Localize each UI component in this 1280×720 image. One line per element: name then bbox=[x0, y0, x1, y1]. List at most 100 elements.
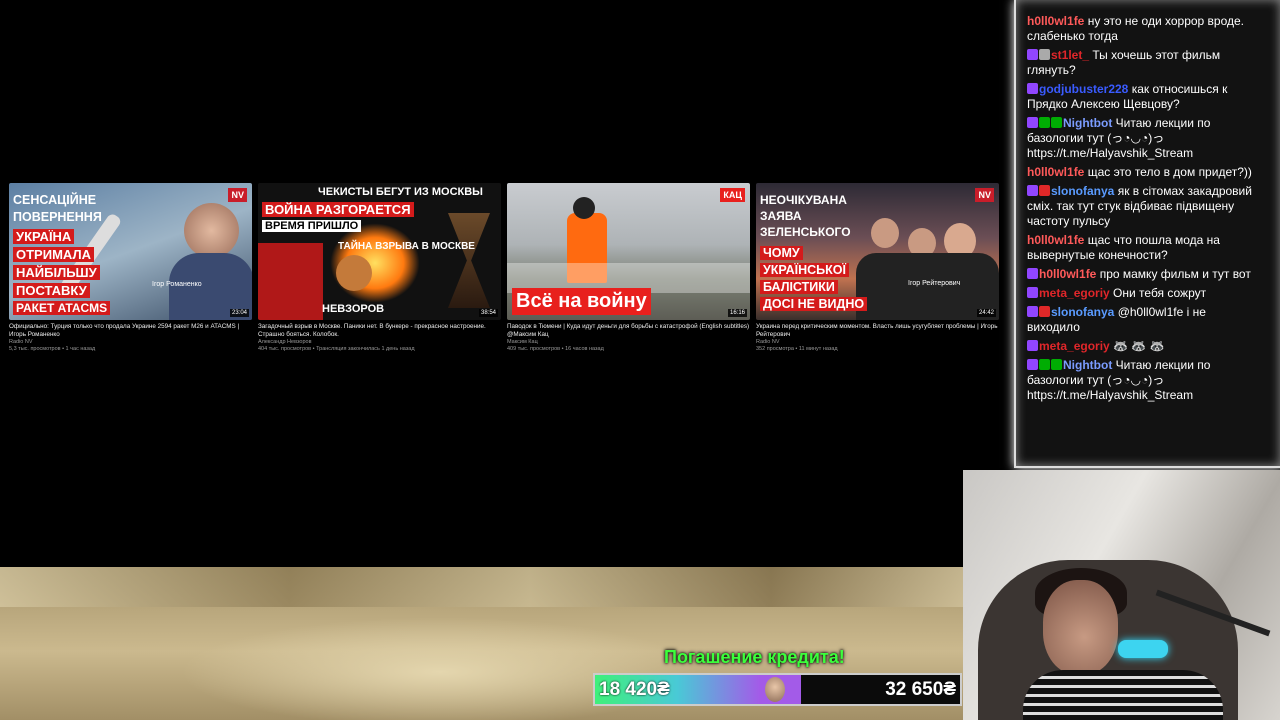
chat-badge-icon bbox=[1039, 306, 1050, 317]
chat-username[interactable]: slonofanya bbox=[1051, 184, 1114, 198]
video-meta: 5,3 тыс. просмотров • 1 час назад bbox=[9, 346, 96, 352]
thumb-caption: Ігор Романенко bbox=[152, 281, 202, 288]
video-duration: 23:04 bbox=[229, 309, 249, 317]
video-thumbnail[interactable]: НЕОЧІКУВАНА ЗАЯВА ЗЕЛЕНСЬКОГО ЧОМУ УКРАЇ… bbox=[756, 183, 999, 320]
chat-text: Они тебя сожрут bbox=[1113, 286, 1207, 300]
chat-message: slonofanya як в сітомах закадровий сміх.… bbox=[1027, 184, 1262, 229]
video-recommendations: СЕНСАЦІЙНЕ ПОВЕРНЕННЯ УКРАЇНА ОТРИМАЛА Н… bbox=[9, 183, 1001, 363]
chat-badge-icon bbox=[1027, 49, 1038, 60]
thumb-text: ДОСІ НЕ ВИДНО bbox=[760, 297, 868, 311]
chat-username[interactable]: meta_egoriy bbox=[1039, 286, 1110, 300]
chat-username[interactable]: godjubuster228 bbox=[1039, 82, 1128, 96]
chat-badge-icon bbox=[1051, 359, 1062, 370]
chat-message: meta_egoriy Они тебя сожрут bbox=[1027, 286, 1262, 301]
video-thumbnail[interactable]: СЕНСАЦІЙНЕ ПОВЕРНЕННЯ УКРАЇНА ОТРИМАЛА Н… bbox=[9, 183, 252, 320]
video-thumbnail[interactable]: ЧЕКИСТЫ БЕГУТ ИЗ МОСКВЫ ВОЙНА РАЗГОРАЕТС… bbox=[258, 183, 501, 320]
chat-message: h0ll0wl1fe про мамку фильм и тут вот bbox=[1027, 267, 1262, 282]
chat-message: godjubuster228 как относишься к Прядко А… bbox=[1027, 82, 1262, 112]
channel-name[interactable]: Radio NV bbox=[756, 339, 999, 345]
donation-current: 18 420₴ bbox=[599, 679, 670, 700]
chat-username[interactable]: Nightbot bbox=[1063, 116, 1112, 130]
channel-name[interactable]: Radio NV bbox=[9, 339, 252, 345]
thumb-text: ПОСТАВКУ bbox=[13, 283, 90, 298]
video-meta: 352 просмотра • 11 минут назад bbox=[756, 346, 838, 352]
chat-badge-icon bbox=[1027, 117, 1038, 128]
chat-username[interactable]: h0ll0wl1fe bbox=[1027, 165, 1084, 179]
chat-badge-icon bbox=[1039, 185, 1050, 196]
video-duration: 24:42 bbox=[976, 309, 996, 317]
thumb-text: НЕОЧІКУВАНА bbox=[760, 193, 847, 207]
donation-goal-bar: 18 420₴ 32 650₴ bbox=[593, 673, 962, 706]
video-title[interactable]: Загадочный взрыв в Москве. Паники нет. В… bbox=[258, 323, 501, 338]
chat-badge-icon bbox=[1027, 268, 1038, 279]
chat-badge-icon bbox=[1027, 83, 1038, 94]
thumb-text: УКРАЇНА bbox=[13, 229, 75, 244]
thumb-text: ВОЙНА РАЗГОРАЕТСЯ bbox=[262, 202, 414, 217]
thumb-text: БАЛІСТИКИ bbox=[760, 280, 838, 294]
chat-username[interactable]: h0ll0wl1fe bbox=[1039, 267, 1096, 281]
chat-text: про мамку фильм и тут вот bbox=[1099, 267, 1251, 281]
sand-ridge bbox=[0, 567, 964, 607]
video-card[interactable]: СЕНСАЦІЙНЕ ПОВЕРНЕННЯ УКРАЇНА ОТРИМАЛА Н… bbox=[9, 183, 252, 352]
webcam-feed bbox=[963, 470, 1280, 720]
chat-message: Nightbot Читаю лекции по базологии тут (… bbox=[1027, 116, 1262, 161]
chat-text: 🦝 🦝 🦝 bbox=[1113, 339, 1165, 353]
video-meta: 404 тыс. просмотров • Трансляция закончи… bbox=[258, 346, 415, 352]
thumb-text: Всё на войну bbox=[512, 288, 651, 315]
chat-message: Nightbot Читаю лекции по базологии тут (… bbox=[1027, 358, 1262, 403]
chat-badge-icon bbox=[1027, 185, 1038, 196]
chat-username[interactable]: Nightbot bbox=[1063, 358, 1112, 372]
goal-avatar bbox=[765, 677, 785, 702]
channel-name[interactable]: Максим Кац bbox=[507, 339, 750, 345]
video-meta: 409 тыс. просмотров • 16 часов назад bbox=[507, 346, 604, 352]
video-title[interactable]: Паводок в Тюмени | Куда идут деньги для … bbox=[507, 323, 750, 338]
channel-logo-badge: NV bbox=[975, 188, 994, 202]
chat-username[interactable]: st1let_ bbox=[1051, 48, 1089, 62]
channel-logo-badge: NV bbox=[228, 188, 247, 202]
donation-goal-title: Погашение кредита! bbox=[664, 647, 845, 667]
chat-badge-icon bbox=[1027, 359, 1038, 370]
chat-message: slonofanya @h0ll0wl1fe і не виходило bbox=[1027, 305, 1262, 335]
thumb-text: НАЙБІЛЬШУ bbox=[13, 265, 100, 280]
donation-target: 32 650₴ bbox=[885, 679, 956, 700]
chat-message: st1let_ Ты хочешь этот фильм глянуть? bbox=[1027, 48, 1262, 78]
chat-text: щас это тело в дом придет?)) bbox=[1087, 165, 1252, 179]
channel-logo-badge: КАЦ bbox=[720, 188, 745, 202]
streamer-shirt bbox=[1023, 670, 1223, 720]
thumb-text: УКРАЇНСЬКОЇ bbox=[760, 263, 849, 277]
chat-username[interactable]: h0ll0wl1fe bbox=[1027, 233, 1084, 247]
microphone bbox=[1118, 640, 1168, 658]
chat-message: h0ll0wl1fe щас что пошла мода на выверну… bbox=[1027, 233, 1262, 263]
thumb-text: ЧЕКИСТЫ БЕГУТ ИЗ МОСКВЫ bbox=[318, 186, 483, 198]
thumb-text: ТАЙНА ВЗРЫВА В МОСКВЕ bbox=[338, 241, 475, 252]
chat-username[interactable]: slonofanya bbox=[1051, 305, 1114, 319]
thumb-text: ОТРИМАЛА bbox=[13, 247, 94, 262]
video-card[interactable]: ЧЕКИСТЫ БЕГУТ ИЗ МОСКВЫ ВОЙНА РАЗГОРАЕТС… bbox=[258, 183, 501, 352]
video-duration: 16:16 bbox=[727, 309, 747, 317]
video-title[interactable]: Украина перед критическим моментом. Влас… bbox=[756, 323, 999, 338]
video-title[interactable]: Официально: Турция только что продала Ук… bbox=[9, 323, 252, 338]
streamer-face bbox=[1043, 580, 1118, 675]
chat-username[interactable]: meta_egoriy bbox=[1039, 339, 1110, 353]
thumb-caption: Ігор Рейтерович bbox=[908, 280, 961, 287]
channel-name[interactable]: Александр Невзоров bbox=[258, 339, 501, 345]
chat-badge-icon bbox=[1039, 117, 1050, 128]
chat-badge-icon bbox=[1039, 359, 1050, 370]
thumb-text: РАКЕТ ATACMS bbox=[13, 301, 111, 315]
thumb-text: СЕНСАЦІЙНЕ bbox=[13, 193, 97, 207]
chat-badge-icon bbox=[1027, 287, 1038, 298]
thumb-text: НЕВЗОРОВ bbox=[322, 303, 385, 315]
chat-badge-icon bbox=[1027, 306, 1038, 317]
thumb-text: ПОВЕРНЕННЯ bbox=[13, 210, 102, 224]
chat-badge-icon bbox=[1039, 49, 1050, 60]
chat-badge-icon bbox=[1051, 117, 1062, 128]
thumb-text: ВРЕМЯ ПРИШЛО bbox=[262, 220, 362, 232]
chat-message: h0ll0wl1fe ну это не оди хоррор вроде. с… bbox=[1027, 14, 1262, 44]
video-card[interactable]: НЕОЧІКУВАНА ЗАЯВА ЗЕЛЕНСЬКОГО ЧОМУ УКРАЇ… bbox=[756, 183, 999, 352]
video-card[interactable]: Всё на войну КАЦ 16:16 Паводок в Тюмени … bbox=[507, 183, 750, 352]
chat-message: h0ll0wl1fe щас это тело в дом придет?)) bbox=[1027, 165, 1262, 180]
chat-messages: h0ll0wl1fe ну это не оди хоррор вроде. с… bbox=[1027, 14, 1262, 407]
video-thumbnail[interactable]: Всё на войну КАЦ 16:16 bbox=[507, 183, 750, 320]
thumb-text: ЧОМУ bbox=[760, 246, 803, 260]
chat-username[interactable]: h0ll0wl1fe bbox=[1027, 14, 1084, 28]
